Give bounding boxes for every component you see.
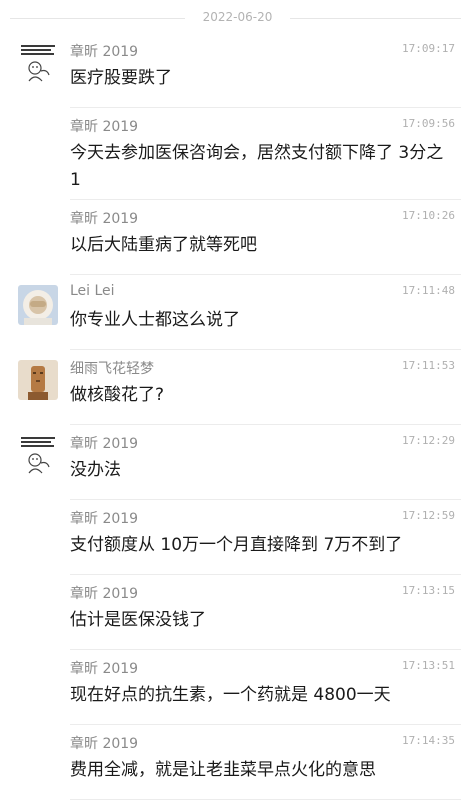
message-item[interactable]: 章昕 2019 17:10:26 以后大陆重病了就等死吧 [0,200,471,275]
meme-avatar-icon [18,43,58,83]
avatar-statue[interactable] [18,360,58,400]
sender-name: 章昕 2019 [70,436,139,452]
sender-name: 章昕 2019 [70,736,139,752]
sender-name: 章昕 2019 [70,511,139,527]
sender-name: 章昕 2019 [70,211,139,227]
sender-name: 章昕 2019 [70,661,139,677]
message-time: 17:13:15 [402,584,455,597]
message-time: 17:11:48 [402,284,455,297]
message-item[interactable]: 细雨飞花轻梦 17:11:53 做核酸花了? [0,350,471,425]
message-text[interactable]: 医疗股要跌了 [70,65,449,92]
message-item[interactable]: 章昕 2019 17:13:51 现在好点的抗生素，一个药就是 4800一天 [0,650,471,725]
date-label: 2022-06-20 [202,10,273,24]
sender-name: 章昕 2019 [70,44,139,60]
message-text[interactable]: 以后大陆重病了就等死吧 [70,232,449,259]
message-item[interactable]: Lei Lei 17:11:48 你专业人士都这么说了 [0,275,471,350]
message-item[interactable]: 章昕 2019 17:13:15 估计是医保没钱了 [0,575,471,650]
divider-line-left [10,18,185,19]
avatar-meme[interactable] [18,435,58,475]
sender-name: 细雨飞花轻梦 [70,361,154,377]
date-divider: 2022-06-20 [0,8,471,28]
message-time: 17:09:56 [402,117,455,130]
avatar-astronaut[interactable] [18,285,58,325]
message-text[interactable]: 今天去参加医保咨询会，居然支付额下降了 3分之1 [70,140,449,194]
message-time: 17:10:26 [402,209,455,222]
message-text[interactable]: 费用全减，就是让老韭菜早点火化的意思 [70,757,449,784]
chat-history: 2022-06-20 章昕 2019 17:09:17 医疗股要跌了 章昕 20… [0,0,471,800]
message-text[interactable]: 支付额度从 10万一个月直接降到 7万不到了 [70,532,449,559]
message-item[interactable]: 章昕 2019 17:09:56 今天去参加医保咨询会，居然支付额下降了 3分之… [0,108,471,200]
message-text[interactable]: 现在好点的抗生素，一个药就是 4800一天 [70,682,449,709]
meme-avatar-icon [18,435,58,475]
message-item[interactable]: 章昕 2019 17:12:59 支付额度从 10万一个月直接降到 7万不到了 [0,500,471,575]
message-time: 17:12:59 [402,509,455,522]
message-text[interactable]: 估计是医保没钱了 [70,607,449,634]
divider-line-right [290,18,461,19]
avatar-meme[interactable] [18,43,58,83]
message-item[interactable]: 章昕 2019 17:14:35 费用全减，就是让老韭菜早点火化的意思 [0,725,471,800]
message-item[interactable]: 章昕 2019 17:09:17 医疗股要跌了 [0,33,471,108]
message-time: 17:09:17 [402,42,455,55]
sender-name: Lei Lei [70,283,115,299]
message-text[interactable]: 你专业人士都这么说了 [70,307,449,334]
message-time: 17:11:53 [402,359,455,372]
sender-name: 章昕 2019 [70,586,139,602]
message-text[interactable]: 没办法 [70,457,449,484]
astronaut-avatar-icon [18,285,58,325]
message-time: 17:12:29 [402,434,455,447]
message-time: 17:13:51 [402,659,455,672]
message-text[interactable]: 做核酸花了? [70,382,449,409]
sender-name: 章昕 2019 [70,119,139,135]
message-time: 17:14:35 [402,734,455,747]
statue-avatar-icon [18,360,58,400]
message-item[interactable]: 章昕 2019 17:12:29 没办法 [0,425,471,500]
